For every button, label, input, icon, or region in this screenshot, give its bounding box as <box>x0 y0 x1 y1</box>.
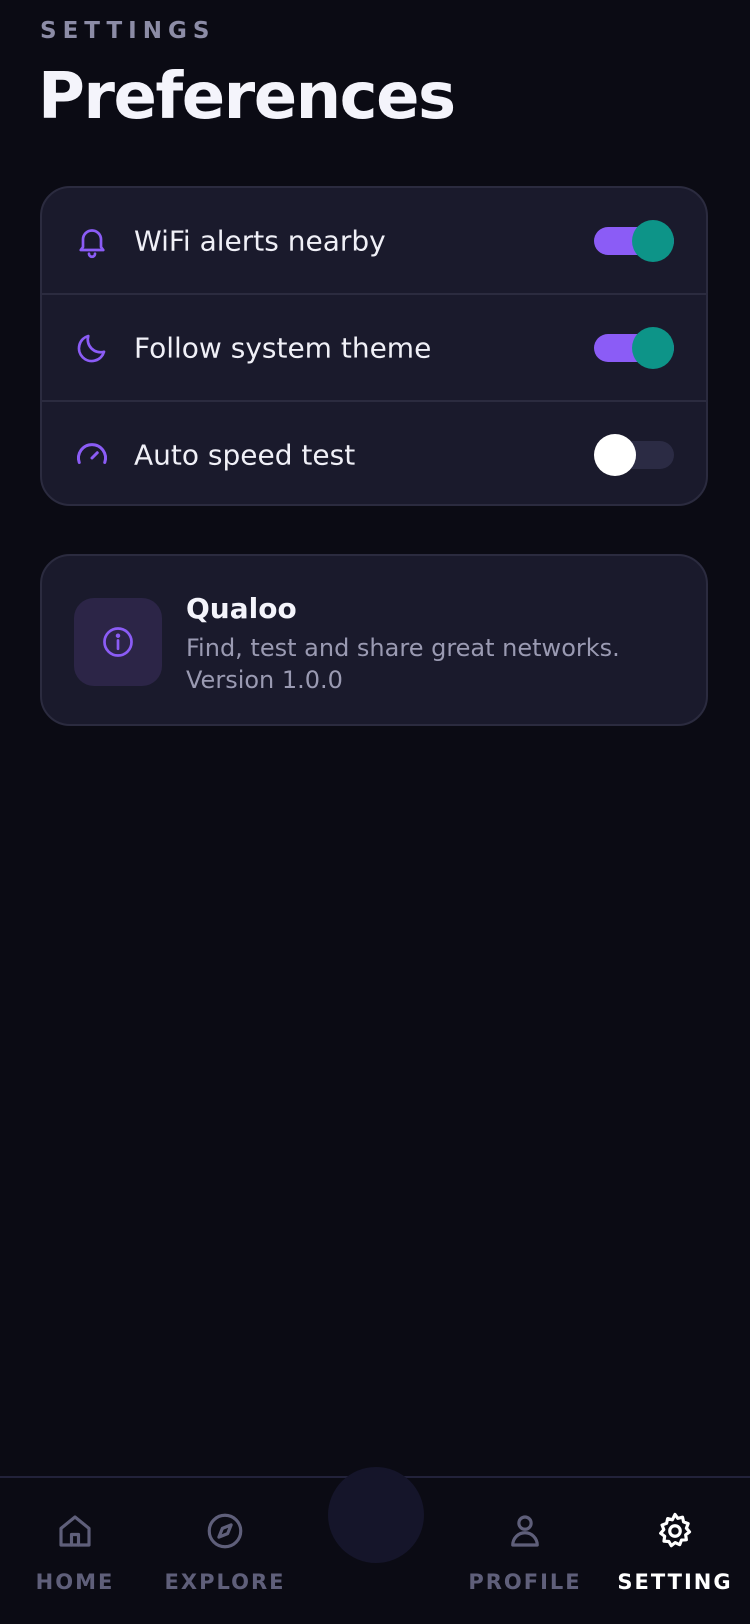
nav-item-home[interactable]: HOME <box>0 1510 150 1594</box>
settings-overline: SETTINGS <box>40 18 216 44</box>
nav-label-profile: PROFILE <box>468 1570 582 1594</box>
speed-test-toggle[interactable] <box>594 433 674 477</box>
pref-label-system-theme: Follow system theme <box>134 331 432 364</box>
nav-label-home: HOME <box>35 1570 115 1594</box>
pref-row-system-theme[interactable]: Follow system theme <box>42 295 706 402</box>
center-action-button[interactable] <box>328 1467 424 1563</box>
nav-item-profile[interactable]: PROFILE <box>450 1510 600 1594</box>
page-title: Preferences <box>38 60 456 134</box>
bell-icon <box>74 223 110 259</box>
preferences-card: WiFi alerts nearby Follow system theme A… <box>40 186 708 506</box>
home-icon <box>59 1515 91 1547</box>
app-version: Version 1.0.0 <box>186 666 343 694</box>
user-icon <box>511 1515 539 1547</box>
app-description: Find, test and share great networks. <box>186 634 620 662</box>
gear-icon <box>659 1512 692 1548</box>
wifi-alerts-toggle[interactable] <box>594 219 674 263</box>
nav-item-setting[interactable]: SETTING <box>600 1510 750 1594</box>
pref-label-speed-test: Auto speed test <box>134 438 356 471</box>
gauge-icon <box>74 437 110 473</box>
pref-row-wifi-alerts[interactable]: WiFi alerts nearby <box>42 188 706 295</box>
app-name: Qualoo <box>186 592 297 625</box>
moon-icon <box>74 330 110 366</box>
compass-icon <box>207 1513 243 1549</box>
system-theme-toggle[interactable] <box>594 326 674 370</box>
nav-label-setting: SETTING <box>617 1570 733 1594</box>
nav-label-explore: EXPLORE <box>164 1570 286 1594</box>
pref-label-wifi-alerts: WiFi alerts nearby <box>134 224 386 257</box>
about-card: Qualoo Find, test and share great networ… <box>40 554 708 726</box>
pref-row-speed-test[interactable]: Auto speed test <box>42 402 706 504</box>
info-icon <box>74 598 162 686</box>
nav-item-explore[interactable]: EXPLORE <box>150 1510 300 1594</box>
